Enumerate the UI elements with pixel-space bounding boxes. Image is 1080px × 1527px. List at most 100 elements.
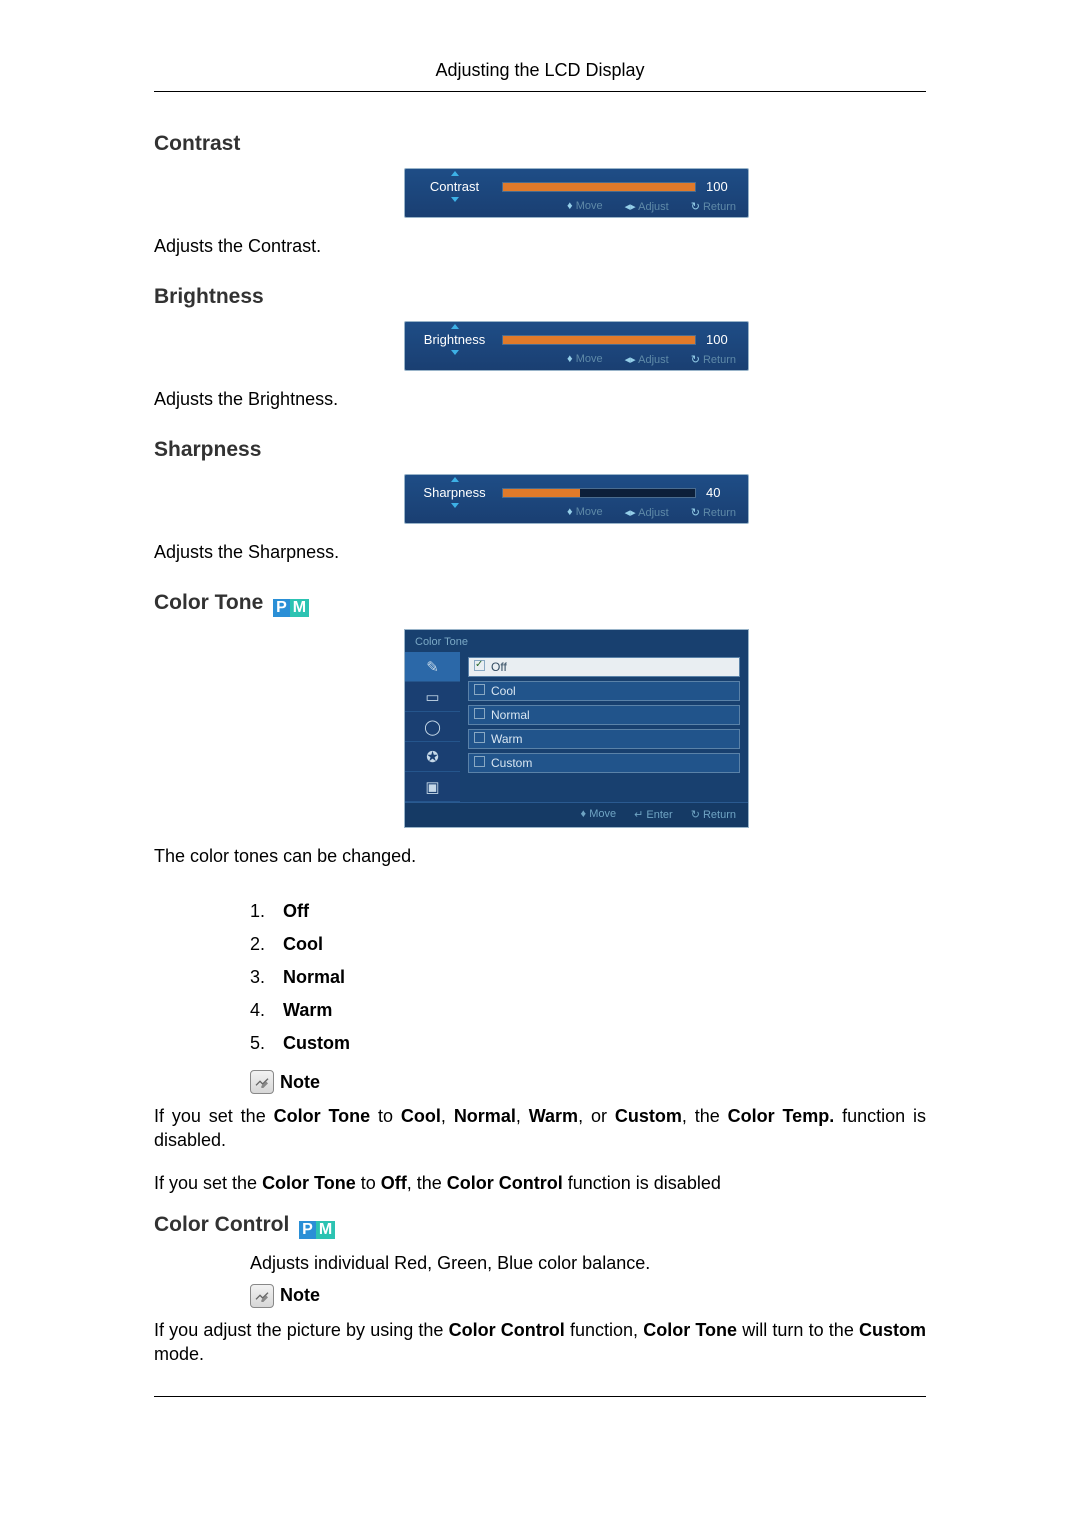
page-header: Adjusting the LCD Display — [154, 60, 926, 92]
menu-sidebar: ✎ ▭ ◯ ✪ ▣ — [405, 652, 460, 802]
p-icon: P — [273, 599, 290, 617]
list-num: 3. — [250, 967, 265, 987]
arrow-up-icon — [451, 324, 459, 329]
sound-icon[interactable]: ◯ — [405, 712, 460, 742]
color-tone-desc: The color tones can be changed. — [154, 846, 926, 867]
sharpness-desc: Adjusts the Sharpness. — [154, 542, 926, 563]
arrow-down-icon — [451, 197, 459, 202]
list-num: 5. — [250, 1033, 265, 1053]
option-custom[interactable]: Custom — [468, 753, 740, 773]
list-num: 1. — [250, 901, 265, 921]
option-normal-label: Normal — [491, 708, 530, 722]
multi-icon[interactable]: ▣ — [405, 772, 460, 802]
check-icon — [474, 684, 485, 695]
heading-color-tone: Color Tone PM — [154, 591, 926, 617]
hint-move: Move — [589, 808, 616, 820]
hint-return: Return — [703, 809, 736, 821]
osd-contrast: Contrast 100 ♦ Move ◂▸ Adjust ↻ Return — [404, 168, 749, 218]
color-control-note: If you adjust the picture by using the C… — [154, 1318, 926, 1367]
list-item-off: Off — [283, 901, 309, 921]
option-cool[interactable]: Cool — [468, 681, 740, 701]
osd-sharpness-label: Sharpness — [417, 485, 492, 500]
hint-adjust: Adjust — [638, 354, 669, 366]
option-off[interactable]: Off — [468, 657, 740, 677]
menu-hints: ♦ Move ↵ Enter ↻ Return — [405, 802, 748, 827]
hint-move: Move — [576, 353, 603, 365]
list-num: 4. — [250, 1000, 265, 1020]
hint-adjust: Adjust — [638, 201, 669, 213]
contrast-desc: Adjusts the Contrast. — [154, 236, 926, 257]
option-off-label: Off — [491, 660, 507, 674]
hint-return: Return — [703, 201, 736, 213]
osd-hints: ♦ Move ◂▸ Adjust ↻ Return — [417, 200, 736, 213]
osd-brightness-label: Brightness — [417, 332, 492, 347]
note-text-2: If you set the Color Tone to Off, the Co… — [154, 1171, 926, 1195]
list-item-cool: Cool — [283, 934, 323, 954]
note-row: Note — [250, 1070, 926, 1094]
color-control-title-text: Color Control — [154, 1213, 289, 1236]
slider-value: 40 — [706, 485, 736, 500]
slider-fill — [503, 336, 695, 344]
osd-brightness: Brightness 100 ♦ Move ◂▸ Adjust ↻ Return — [404, 321, 749, 371]
arrow-up-icon — [451, 477, 459, 482]
option-warm[interactable]: Warm — [468, 729, 740, 749]
slider-fill — [503, 183, 695, 191]
slider-track[interactable] — [502, 182, 696, 192]
check-icon — [474, 708, 485, 719]
input-icon[interactable]: ▭ — [405, 682, 460, 712]
picture-icon[interactable]: ✎ — [405, 652, 460, 682]
hint-enter: Enter — [646, 809, 672, 821]
option-normal[interactable]: Normal — [468, 705, 740, 725]
pm-badge-icon: PM — [273, 599, 309, 617]
heading-brightness: Brightness — [154, 285, 926, 309]
osd-contrast-label: Contrast — [417, 179, 492, 194]
slider-value: 100 — [706, 179, 736, 194]
color-tone-title-text: Color Tone — [154, 591, 263, 614]
osd-sharpness: Sharpness 40 ♦ Move ◂▸ Adjust ↻ Return — [404, 474, 749, 524]
hint-adjust: Adjust — [638, 507, 669, 519]
check-icon — [474, 732, 485, 743]
color-tone-list: 1. Off 2. Cool 3. Normal 4. Warm 5. Custom — [250, 895, 926, 1060]
osd-hints: ♦ Move ◂▸ Adjust ↻ Return — [417, 506, 736, 519]
heading-color-control: Color Control PM — [154, 1213, 926, 1239]
option-cool-label: Cool — [491, 684, 516, 698]
menu-options: Off Cool Normal Warm Custom — [460, 652, 748, 802]
osd-hints: ♦ Move ◂▸ Adjust ↻ Return — [417, 353, 736, 366]
list-item-normal: Normal — [283, 967, 345, 987]
m-icon: M — [316, 1221, 335, 1239]
color-control-desc: Adjusts individual Red, Green, Blue colo… — [250, 1253, 926, 1274]
note-icon — [250, 1284, 274, 1308]
p-icon: P — [299, 1221, 316, 1239]
note-icon — [250, 1070, 274, 1094]
note-row: Note — [250, 1284, 926, 1308]
osd-color-tone-menu: Color Tone ✎ ▭ ◯ ✪ ▣ Off Cool Normal War… — [404, 629, 749, 828]
arrow-down-icon — [451, 350, 459, 355]
m-icon: M — [290, 599, 309, 617]
hint-return: Return — [703, 354, 736, 366]
heading-sharpness: Sharpness — [154, 438, 926, 462]
list-num: 2. — [250, 934, 265, 954]
hint-return: Return — [703, 507, 736, 519]
heading-contrast: Contrast — [154, 132, 926, 156]
note-text-1: If you set the Color Tone to Cool, Norma… — [154, 1104, 926, 1153]
footer-rule — [154, 1396, 926, 1397]
check-icon — [474, 660, 485, 671]
slider-track[interactable] — [502, 488, 696, 498]
hint-move: Move — [576, 200, 603, 212]
menu-title: Color Tone — [405, 630, 748, 652]
slider-fill — [503, 489, 580, 497]
list-item-custom: Custom — [283, 1033, 350, 1053]
check-icon — [474, 756, 485, 767]
arrow-down-icon — [451, 503, 459, 508]
option-custom-label: Custom — [491, 756, 532, 770]
setup-icon[interactable]: ✪ — [405, 742, 460, 772]
arrow-up-icon — [451, 171, 459, 176]
note-label: Note — [280, 1072, 320, 1093]
slider-track[interactable] — [502, 335, 696, 345]
pm-badge-icon: PM — [299, 1221, 335, 1239]
hint-move: Move — [576, 506, 603, 518]
page: Adjusting the LCD Display Contrast Contr… — [0, 0, 1080, 1397]
slider-value: 100 — [706, 332, 736, 347]
option-warm-label: Warm — [491, 732, 523, 746]
list-item-warm: Warm — [283, 1000, 332, 1020]
